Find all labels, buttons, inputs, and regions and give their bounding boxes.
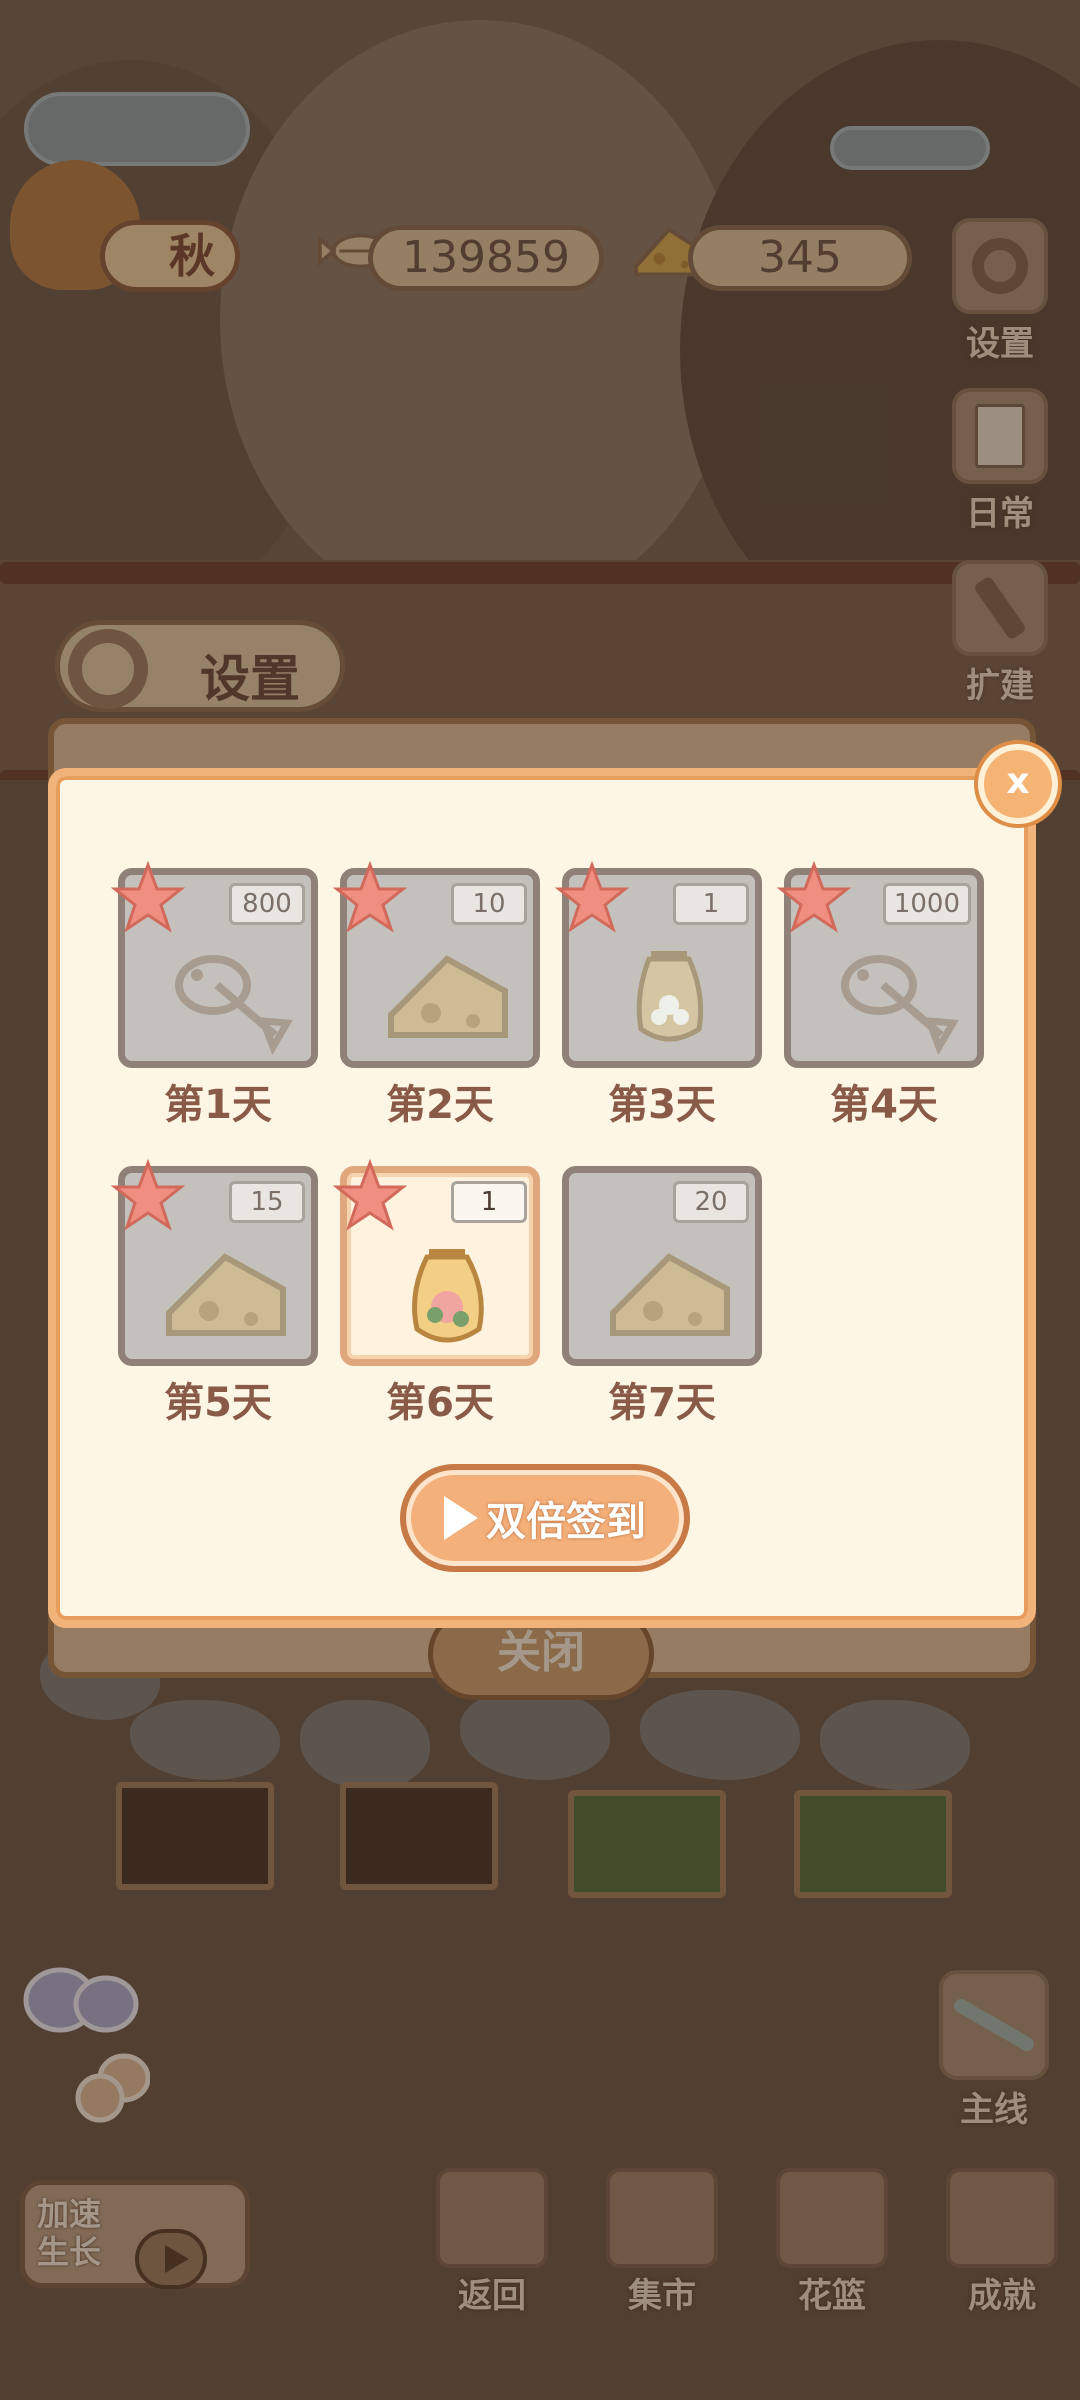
fish-bone-icon <box>841 955 959 1055</box>
reward-card: 10 <box>333 861 540 1068</box>
reward-amount: 1 <box>451 1181 527 1223</box>
day-label: 第2天 <box>386 1082 494 1128</box>
reward-card: 20 <box>562 1166 762 1366</box>
day-label: 第6天 <box>386 1380 494 1426</box>
day-card[interactable]: 1 第3天 <box>555 861 762 1130</box>
day-label: 第3天 <box>608 1082 716 1128</box>
flower-stamp-icon <box>777 861 851 933</box>
day-card[interactable]: 15 第5天 <box>111 1159 318 1428</box>
reward-amount: 10 <box>451 883 527 925</box>
day-label: 第4天 <box>830 1082 938 1128</box>
day-card[interactable]: 800 第1天 <box>111 861 318 1130</box>
reward-amount: 800 <box>229 883 305 925</box>
day-card[interactable]: 10 第2天 <box>333 861 540 1130</box>
reward-card: 15 <box>111 1159 318 1366</box>
reward-card: 1000 <box>777 861 984 1068</box>
flower-stamp-icon <box>333 1159 407 1231</box>
reward-card: 1 <box>555 861 762 1068</box>
cheese-icon <box>166 1253 286 1336</box>
flower-stamp-icon <box>111 861 185 933</box>
cheese-icon <box>388 955 508 1038</box>
double-signin-label: 双倍签到 <box>486 1499 646 1545</box>
reward-amount: 1 <box>673 883 749 925</box>
cheese-icon <box>610 1253 730 1336</box>
double-signin-button[interactable]: 双倍签到 <box>400 1464 690 1572</box>
reward-amount: 1000 <box>882 883 971 925</box>
reward-amount: 20 <box>673 1181 749 1223</box>
white-flower-seed-bag-icon <box>636 951 704 1042</box>
day-card[interactable]: 1000 第4天 <box>777 861 984 1130</box>
pink-flower-seed-bag-icon <box>412 1249 484 1343</box>
fish-bone-icon <box>175 955 293 1055</box>
reward-amount: 15 <box>229 1181 305 1223</box>
reward-card-current: 1 <box>333 1159 540 1366</box>
reward-card: 800 <box>111 861 318 1068</box>
day-label: 第7天 <box>608 1380 716 1426</box>
day-card[interactable]: 1 第6天 <box>333 1159 540 1428</box>
day-card[interactable]: 20 第7天 <box>562 1166 762 1428</box>
close-icon[interactable]: x <box>978 744 1058 824</box>
day-label: 第5天 <box>164 1380 272 1426</box>
play-icon <box>444 1496 478 1540</box>
day-label: 第1天 <box>164 1082 272 1128</box>
flower-stamp-icon <box>111 1159 185 1231</box>
flower-stamp-icon <box>555 861 629 933</box>
flower-stamp-icon <box>333 861 407 933</box>
